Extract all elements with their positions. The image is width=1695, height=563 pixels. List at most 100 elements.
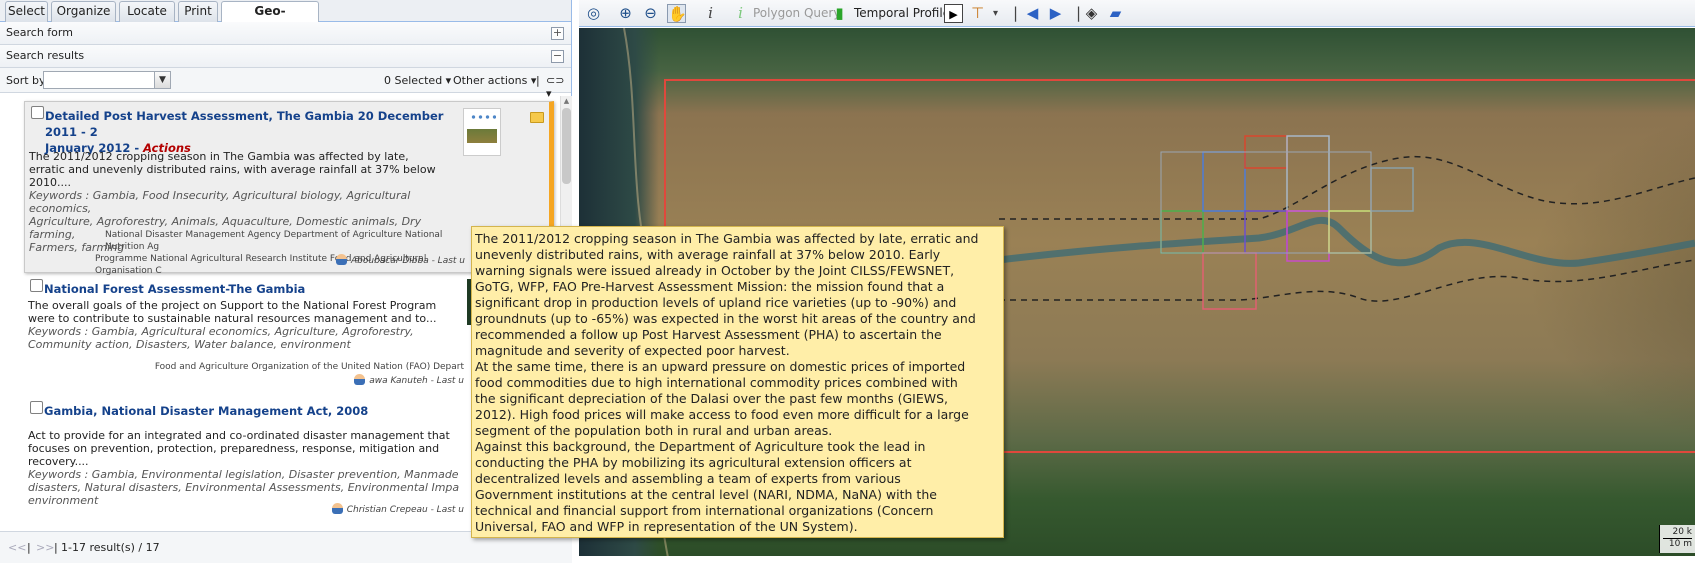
keywords-line: disasters, Natural disasters, Environmen… — [28, 481, 460, 494]
chevron-down-icon[interactable]: ▼ — [154, 72, 170, 88]
nav-back-icon[interactable]: ◀ — [1023, 4, 1042, 23]
country-border-north — [999, 155, 1695, 220]
tooltip-line: The 2011/2012 cropping season in The Gam… — [475, 231, 979, 246]
result-checkbox[interactable] — [30, 401, 43, 414]
user-icon — [331, 503, 343, 514]
zoom-out-icon[interactable]: ⊖ — [641, 4, 660, 23]
result-organisations: National Disaster Management Agency Depa… — [45, 229, 465, 277]
layers-icon[interactable]: ◈ — [1082, 4, 1101, 23]
result-checkbox[interactable] — [30, 279, 43, 292]
chevron-down-icon[interactable]: ▾ — [986, 4, 1005, 23]
pager-separator: | — [54, 541, 58, 554]
result-contact[interactable]: awa Kanuteh - Last u — [224, 374, 464, 388]
result-title[interactable]: Gambia, National Disaster Management Act… — [44, 403, 368, 419]
result-keywords: Keywords : Gambia, Agricultural economic… — [28, 325, 488, 351]
contact-name[interactable]: Christian Crepeau - Last u — [347, 505, 464, 515]
measure-icon[interactable]: ⊤ — [968, 4, 987, 23]
tooltip-line: decentralized levels and assembling a te… — [475, 471, 901, 486]
temporal-profiles-icon[interactable]: ▮ — [830, 4, 849, 23]
tooltip-line: warning signals were issued already in O… — [475, 263, 955, 278]
result-contact[interactable]: Aboubacar Dibba - Last u — [225, 254, 465, 268]
first-page-button[interactable]: << — [8, 541, 26, 554]
tooltip-line: 2012). High food prices will make access… — [475, 407, 969, 422]
tab-geo-catalogue[interactable]: Geo-catalogue — [221, 1, 319, 37]
expand-search-form-button[interactable]: + — [551, 27, 564, 40]
sort-by-label: Sort by — [6, 74, 46, 87]
search-form-header[interactable]: Search form + — [0, 22, 571, 45]
search-results-header[interactable]: Search results − — [0, 45, 571, 68]
zoom-in-icon[interactable]: ⊕ — [616, 4, 635, 23]
tooltip-line: unevenly distributed rains, with average… — [475, 247, 941, 262]
abstract-line: 2010.... — [29, 176, 71, 189]
result-title-line[interactable]: Detailed Post Harvest Assessment, The Ga… — [45, 108, 475, 140]
sort-by-select[interactable]: ▼ — [43, 71, 171, 89]
tooltip-line: At the same time, there is an upward pre… — [475, 359, 966, 374]
tab-select[interactable]: Select — [5, 1, 48, 22]
map-footer-strip — [572, 556, 1695, 563]
info-icon[interactable]: i — [701, 4, 720, 23]
result-abstract: The 2011/2012 cropping season in The Gam… — [29, 150, 469, 189]
keywords-line: Keywords : Gambia, Agricultural economic… — [28, 325, 414, 338]
orgs-line: National Disaster Management Agency Depa… — [105, 230, 443, 252]
next-page-button[interactable]: >> — [36, 541, 54, 554]
polygon-query-icon[interactable]: i — [731, 4, 750, 23]
tab-bar: Select Organize Locate Print Geo-catalog… — [0, 0, 571, 37]
selected-count-menu[interactable]: 0 Selected ▾ — [384, 74, 451, 87]
tooltip-line: conducting the PHA by mobilizing its agr… — [475, 455, 912, 470]
country-border-south — [999, 259, 1695, 302]
other-actions-menu[interactable]: Other actions ▾ — [453, 74, 536, 87]
result-contact[interactable]: Christian Crepeau - Last u — [224, 503, 464, 517]
results-toolbar: Sort by ▼ 0 Selected ▾ Other actions ▾ |… — [0, 68, 571, 100]
tooltip-line: Against this background, the Department … — [475, 439, 926, 454]
collapse-search-results-button[interactable]: − — [551, 50, 564, 63]
scrollbar-thumb[interactable] — [562, 108, 571, 184]
tooltip-line: magnitude and severity of expected poor … — [475, 343, 790, 358]
results-summary: 1-17 result(s) / 17 — [61, 541, 160, 554]
tile — [1370, 167, 1414, 212]
thumbnail-image — [467, 129, 497, 143]
scale-bar: 20 k 10 m — [1659, 525, 1695, 553]
tooltip-line: groundnuts (up to -65%) was expected in … — [475, 311, 976, 326]
play-icon[interactable]: ▶ — [944, 4, 963, 23]
tooltip-line: the significant depreciation of the Dala… — [475, 391, 949, 406]
result-checkbox[interactable] — [31, 106, 44, 119]
map-toolbar: ◎ ⊕ ⊖ ✋ i i Polygon Query ▮ Temporal Pro… — [579, 0, 1695, 27]
scale-label-top: 20 k — [1663, 527, 1692, 539]
orgs-line: Food and Agriculture Organization of the… — [154, 362, 464, 372]
scale-label-bottom: 10 m — [1668, 539, 1692, 549]
pan-hand-icon[interactable]: ✋ — [667, 4, 687, 23]
folder-open-icon[interactable]: ▰ — [1106, 4, 1125, 23]
abstract-line: The 2011/2012 cropping season in The Gam… — [29, 150, 409, 163]
abstract-line: focuses on prevention, protection, prepa… — [28, 442, 440, 468]
tab-locate[interactable]: Locate — [119, 1, 175, 22]
abstract-line: The overall goals of the project on Supp… — [28, 299, 437, 312]
zoom-extent-icon[interactable]: ◎ — [584, 4, 603, 23]
keywords-line: Community action, Disasters, Water balan… — [28, 338, 351, 351]
tab-print[interactable]: Print — [178, 1, 218, 22]
toolbar-separator: | — [536, 74, 540, 87]
scroll-up-icon[interactable]: ▲ — [562, 97, 571, 106]
polygon-query-button[interactable]: Polygon Query — [753, 6, 840, 20]
contact-name[interactable]: Aboubacar Dibba - Last u — [351, 256, 465, 266]
tile — [1286, 135, 1330, 212]
tab-organize[interactable]: Organize — [51, 1, 116, 22]
temporal-profiles-button[interactable]: Temporal Profiles — [854, 6, 956, 20]
nav-forward-icon[interactable]: ▶ — [1046, 4, 1065, 23]
result-abstract: Act to provide for an integrated and co-… — [28, 429, 488, 468]
abstract-line: erratic and unevenly distributed rains, … — [29, 163, 436, 176]
tooltip-line: technical and financial support from int… — [475, 503, 934, 518]
tooltip-line: Universal, FAO and WFP in representation… — [475, 519, 858, 534]
tooltip-line: Government institutions at the central l… — [475, 487, 937, 502]
tooltip-line: GoTG, WFP, FAO Pre-Harvest Assessment Mi… — [475, 279, 945, 294]
contact-name[interactable]: awa Kanuteh - Last u — [369, 376, 464, 386]
keywords-line: Keywords : Gambia, Environmental legisla… — [28, 468, 459, 481]
user-icon — [336, 254, 347, 265]
abstract-tooltip: The 2011/2012 cropping season in The Gam… — [471, 226, 1004, 538]
search-form-label: Search form — [6, 26, 73, 39]
abstract-line: were to contribute to sustainable natura… — [28, 312, 437, 325]
thumbnail-logos — [470, 113, 496, 121]
folder-icon[interactable] — [530, 112, 544, 123]
result-keywords: Keywords : Gambia, Environmental legisla… — [28, 468, 488, 507]
pager-separator: | — [27, 541, 31, 554]
tooltip-line: significant drop in production levels of… — [475, 295, 957, 310]
